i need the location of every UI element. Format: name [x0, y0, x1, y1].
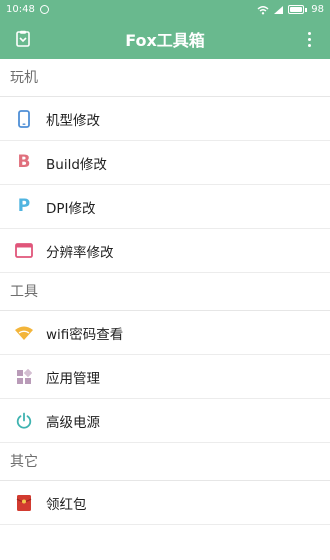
section-header-others: 其它: [0, 443, 330, 481]
status-bar: 10:48 98: [0, 0, 330, 19]
section-header-tools: 工具: [0, 273, 330, 311]
list-item-dpi-edit[interactable]: P DPI修改: [0, 185, 330, 229]
list-item-build-edit[interactable]: B Build修改: [0, 141, 330, 185]
list-item-wifi-password[interactable]: wifi密码查看: [0, 311, 330, 355]
list-item-label: 领红包: [46, 496, 87, 513]
list-item-app-manager[interactable]: 应用管理: [0, 355, 330, 399]
power-icon: [14, 410, 34, 432]
wifi-status-icon: [257, 5, 269, 14]
battery-level: 98: [311, 4, 324, 15]
list-item-label: 机型修改: [46, 112, 100, 129]
letter-p-icon: P: [17, 196, 31, 216]
battery-icon: [288, 5, 308, 14]
wifi-icon: [14, 322, 34, 344]
list-item-label: Build修改: [46, 156, 107, 173]
signal-icon: [274, 5, 284, 14]
app-bar: Fox工具箱: [0, 19, 330, 59]
list-item-label: DPI修改: [46, 200, 96, 217]
letter-b-icon: B: [17, 152, 31, 172]
phone-icon: [14, 108, 34, 130]
list-item-model-edit[interactable]: 机型修改: [0, 97, 330, 141]
menu-list: 玩机 机型修改 B Build修改 P DPI修改 分辨率修改 工具 wifi密…: [0, 59, 330, 560]
section-header-phone: 玩机: [0, 59, 330, 97]
status-time: 10:48: [6, 4, 35, 15]
list-item-label: 分辨率修改: [46, 244, 114, 261]
sync-status-icon: [39, 5, 49, 14]
list-item-advanced-power[interactable]: 高级电源: [0, 399, 330, 443]
window-icon: [14, 240, 34, 262]
list-item-resolution-edit[interactable]: 分辨率修改: [0, 229, 330, 273]
red-envelope-icon: [14, 492, 34, 514]
list-item-label: wifi密码查看: [46, 326, 124, 343]
more-vert-icon[interactable]: [298, 28, 320, 50]
list-item-red-envelope[interactable]: 领红包: [0, 481, 330, 525]
list-item-label: 应用管理: [46, 370, 100, 387]
app-title: Fox工具箱: [125, 31, 205, 50]
list-item-label: 高级电源: [46, 414, 100, 431]
apps-icon: [14, 366, 34, 388]
